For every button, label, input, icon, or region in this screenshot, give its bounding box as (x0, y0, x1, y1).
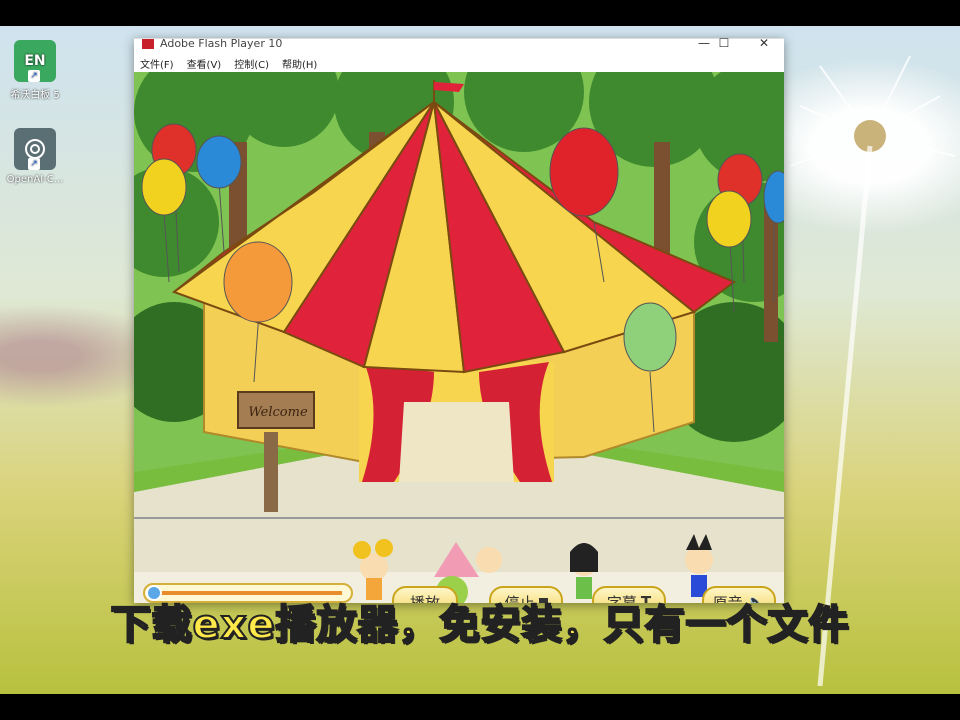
shortcut-arrow-icon: ↗ (28, 70, 40, 82)
close-button[interactable]: ✕ (754, 36, 774, 50)
flash-stage[interactable]: Welcome 播放 停止 字幕 T 原音 🔈 (134, 72, 784, 603)
menu-view[interactable]: 查看(V) (187, 56, 222, 71)
minimize-button[interactable]: — (694, 36, 714, 50)
easinote-icon: EN ↗ (14, 40, 56, 82)
openai-icon: ↗ (14, 128, 56, 170)
circus-scene (134, 72, 784, 603)
menu-control[interactable]: 控制(C) (234, 56, 269, 71)
letterbox-top (0, 0, 960, 26)
flash-app-icon (142, 39, 154, 49)
menu-help[interactable]: 帮助(H) (282, 56, 317, 71)
desktop-icon-label: OpenAI-C... (6, 174, 64, 185)
window-title: Adobe Flash Player 10 (160, 37, 283, 50)
menu-file[interactable]: 文件(F) (140, 56, 174, 71)
window-titlebar[interactable]: Adobe Flash Player 10 — ☐ ✕ (134, 36, 784, 53)
letterbox-bottom (0, 694, 960, 720)
menu-bar: 文件(F) 查看(V) 控制(C) 帮助(H) (134, 53, 784, 73)
video-caption: 下载exe播放器，免安装，只有一个文件 (109, 601, 850, 649)
desktop-icon-label: 希沃白板 5 (10, 90, 60, 101)
desktop-icon-openai[interactable]: ↗ OpenAI-C... (0, 128, 70, 185)
desktop-icon-easinote[interactable]: EN ↗ 希沃白板 5 (0, 40, 70, 101)
dandelion-decoration (789, 55, 956, 686)
welcome-sign: Welcome (248, 405, 308, 420)
maximize-button[interactable]: ☐ (714, 36, 734, 50)
shortcut-arrow-icon: ↗ (28, 158, 40, 170)
flash-player-window: Adobe Flash Player 10 — ☐ ✕ 文件(F) 查看(V) … (134, 36, 784, 603)
